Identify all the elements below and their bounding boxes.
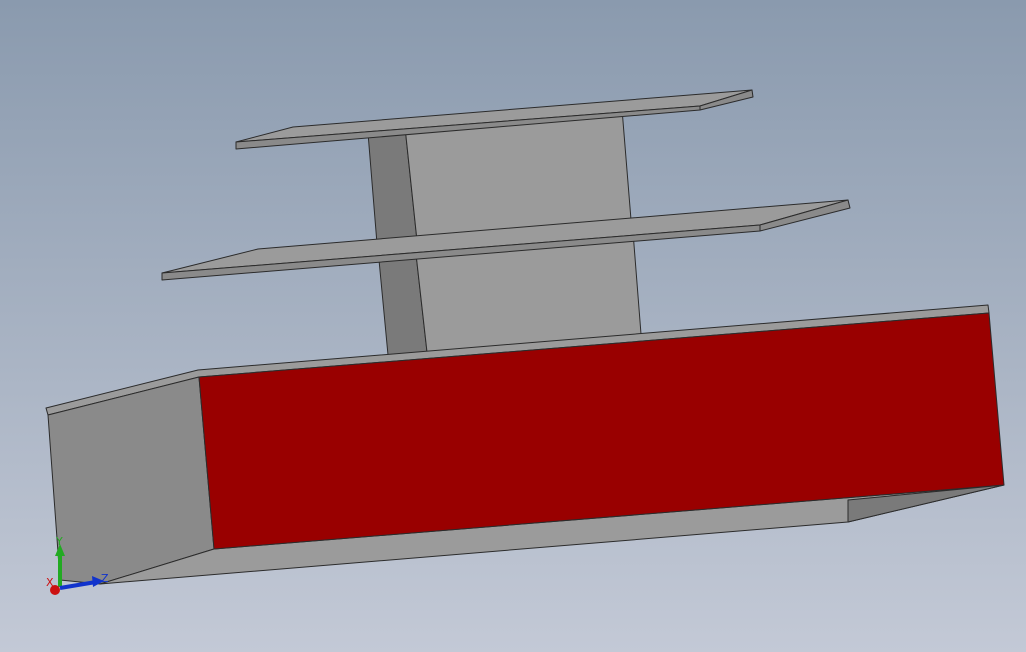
axis-z-label: Z bbox=[101, 572, 109, 585]
graphics-viewport[interactable]: Y Z X bbox=[0, 0, 1026, 652]
axis-y-label: Y bbox=[55, 535, 63, 548]
axis-x-label: X bbox=[46, 576, 54, 589]
model-scene[interactable]: Y Z X bbox=[0, 0, 1026, 652]
